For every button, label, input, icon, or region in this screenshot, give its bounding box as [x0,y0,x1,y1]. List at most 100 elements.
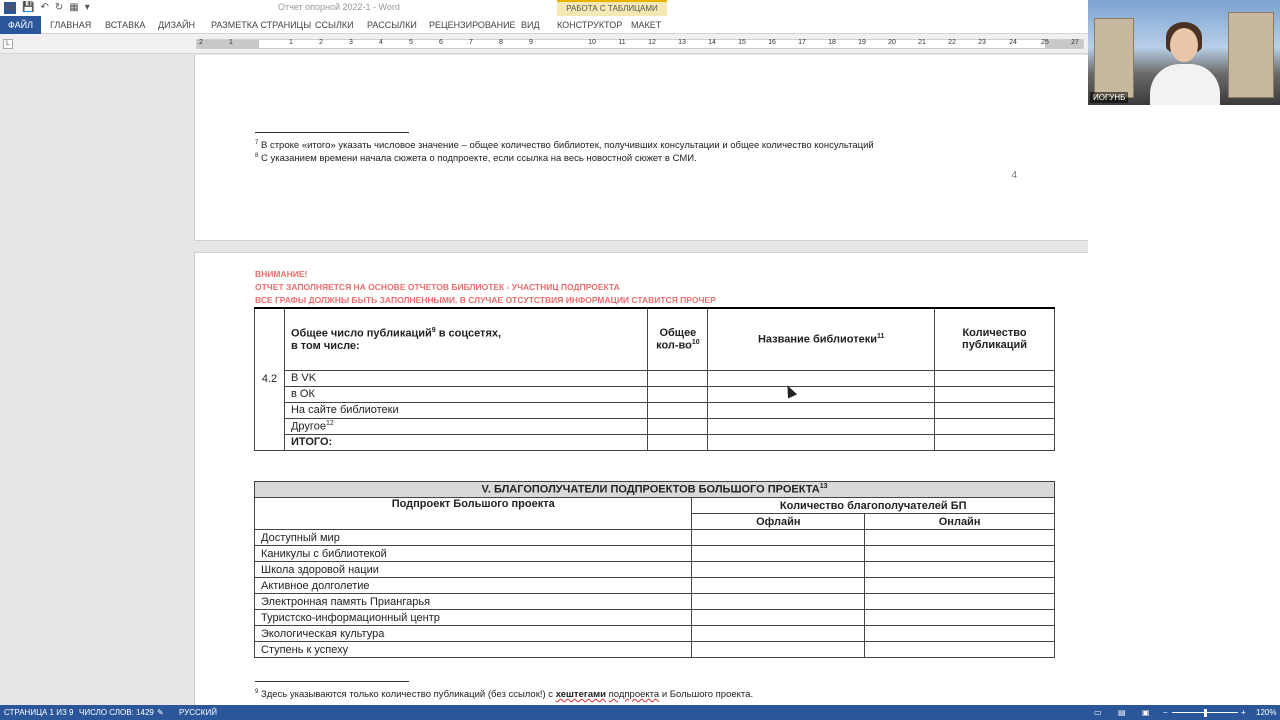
language-status[interactable]: РУССКИЙ [179,705,217,720]
participant-body [1150,64,1220,105]
table-cell[interactable] [647,385,709,403]
zoom-in-icon[interactable]: + [1241,705,1246,720]
document-workspace[interactable]: 7 В строке «итого» указать числовое знач… [0,55,1088,705]
word-app-icon[interactable]: W [4,2,16,14]
table-cell[interactable] [864,625,1055,642]
table-cell[interactable] [934,369,1055,387]
tab-home[interactable]: ГЛАВНАЯ [50,16,91,34]
ruler-number: 24 [1009,39,1017,46]
tab-view[interactable]: ВИД [521,16,540,34]
document-page[interactable]: 7 В строке «итого» указать числовое знач… [194,55,1088,241]
document-page[interactable]: ВНИМАНИЕ! ОТЧЕТ ЗАПОЛНЯЕТСЯ НА ОСНОВЕ ОТ… [194,252,1088,705]
section-title-cell[interactable]: V. БЛАГОПОЛУЧАТЕЛИ ПОДПРОЕКТОВ БОЛЬШОГО … [254,481,1055,498]
tab-selector-icon[interactable]: L [3,39,13,49]
read-mode-icon[interactable]: ▭ [1094,705,1102,720]
table-cell[interactable]: В VK [283,369,649,387]
table-row: Туристско-информационный центр [253,609,1055,626]
header-text: в том числе: [290,339,360,352]
offline-header-cell[interactable]: Офлайн [691,513,866,530]
table-cell[interactable] [691,561,866,578]
online-header-cell[interactable]: Онлайн [864,513,1055,530]
ruler-number: 1 [229,39,233,46]
tab-design[interactable]: ДИЗАЙН [158,16,195,34]
table-cell[interactable] [647,401,709,419]
table-cell[interactable] [691,641,866,658]
table-cell[interactable]: Электронная память Приангарья [253,593,693,610]
table-cell[interactable] [707,417,936,435]
save-icon[interactable]: 💾 [22,1,34,15]
total-count-header-cell[interactable]: Общее кол-во10 [647,307,709,371]
table-cell[interactable] [691,529,866,546]
table-cell[interactable]: Школа здоровой нации [253,561,693,578]
spelling-flagged-word[interactable]: подпроекта [609,689,660,700]
table-cell[interactable] [864,529,1055,546]
table-row: Активное долголетие [253,577,1055,594]
header-text: кол-во [656,339,692,352]
table-cell[interactable] [647,369,709,387]
table-cell[interactable]: Активное долголетие [253,577,693,594]
print-layout-icon[interactable]: ▤ [1118,705,1126,720]
total-label-cell[interactable]: ИТОГО: [283,433,649,451]
table-cell[interactable]: Доступный мир [253,529,693,546]
table-cell[interactable] [864,609,1055,626]
tab-table-layout[interactable]: МАКЕТ [631,16,661,34]
table-cell[interactable] [707,401,936,419]
tab-review[interactable]: РЕЦЕНЗИРОВАНИЕ [429,16,516,34]
table-cell[interactable] [864,593,1055,610]
tab-mailings[interactable]: РАССЫЛКИ [367,16,417,34]
table-cell[interactable]: Каникулы с библиотекой [253,545,693,562]
table-cell[interactable]: Ступень к успеху [253,641,693,658]
publications-count-header-cell[interactable]: Количество публикаций [934,307,1055,371]
proofing-icon[interactable]: ✎ [157,705,164,720]
table-cell[interactable]: Туристско-информационный центр [253,609,693,626]
print-preview-icon[interactable]: ▦ [69,1,78,15]
table-cell[interactable] [864,641,1055,658]
table-cell[interactable] [647,433,709,451]
library-name-header-cell[interactable]: Название библиотеки11 [707,307,936,371]
page-count-status[interactable]: СТРАНИЦА 1 ИЗ 9 [4,705,73,720]
ruler-number: 4 [379,39,383,46]
table-cell[interactable] [707,433,936,451]
tab-page-layout[interactable]: РАЗМЕТКА СТРАНИЦЫ [211,16,311,34]
table-cell[interactable] [691,625,866,642]
table-cell[interactable]: На сайте библиотеки [283,401,649,419]
customize-toolbar-icon[interactable]: ▾ [85,1,90,15]
table-cell[interactable]: в ОК [283,385,649,403]
table-cell[interactable] [707,369,936,387]
redo-icon[interactable]: ↻ [55,1,63,15]
tab-references[interactable]: ССЫЛКИ [315,16,354,34]
table-cell[interactable] [934,385,1055,403]
table-cell[interactable] [864,577,1055,594]
table-cell[interactable] [691,577,866,594]
subproject-header-cell[interactable]: Подпроект Большого проекта [253,497,693,530]
table-cell[interactable] [934,417,1055,435]
table-cell[interactable] [934,401,1055,419]
footnote-text: В строке «итого» указать числовое значен… [258,140,874,152]
table-cell[interactable] [691,593,866,610]
table-cell[interactable] [934,433,1055,451]
tab-file[interactable]: ФАЙЛ [0,16,42,34]
publications-header-cell[interactable]: Общее число публикаций9 в соцсетях, в то… [283,307,649,371]
table-cell[interactable] [864,545,1055,562]
spelling-flagged-word[interactable]: хештегами [556,689,606,700]
undo-icon[interactable]: ↶ [40,1,48,15]
beneficiaries-header-cell[interactable]: Количество благополучателей БП [691,497,1055,514]
video-feed[interactable]: ИОГУНБ [1088,0,1280,105]
table-cell[interactable] [707,385,936,403]
tab-table-design[interactable]: КОНСТРУКТОР [557,16,622,34]
ruler-number: 22 [948,39,956,46]
table-cell[interactable]: Экологическая культура [253,625,693,642]
table-cell[interactable] [647,417,709,435]
web-layout-icon[interactable]: ▣ [1142,705,1150,720]
table-cell[interactable] [691,609,866,626]
zoom-level[interactable]: 120% [1256,705,1276,720]
tab-insert[interactable]: ВСТАВКА [105,16,145,34]
table-cell[interactable]: Другое12 [283,417,649,435]
horizontal-ruler[interactable]: 2 1 1 2 3 4 5 6 7 8 9 10 11 12 13 14 15 … [196,39,1084,49]
zoom-out-icon[interactable]: − [1163,705,1168,720]
ruler-number: 27 [1071,39,1079,46]
table-cell[interactable] [864,561,1055,578]
zoom-slider-thumb[interactable] [1204,709,1207,717]
table-cell[interactable] [691,545,866,562]
word-count-status[interactable]: ЧИСЛО СЛОВ: 1429 [79,705,154,720]
